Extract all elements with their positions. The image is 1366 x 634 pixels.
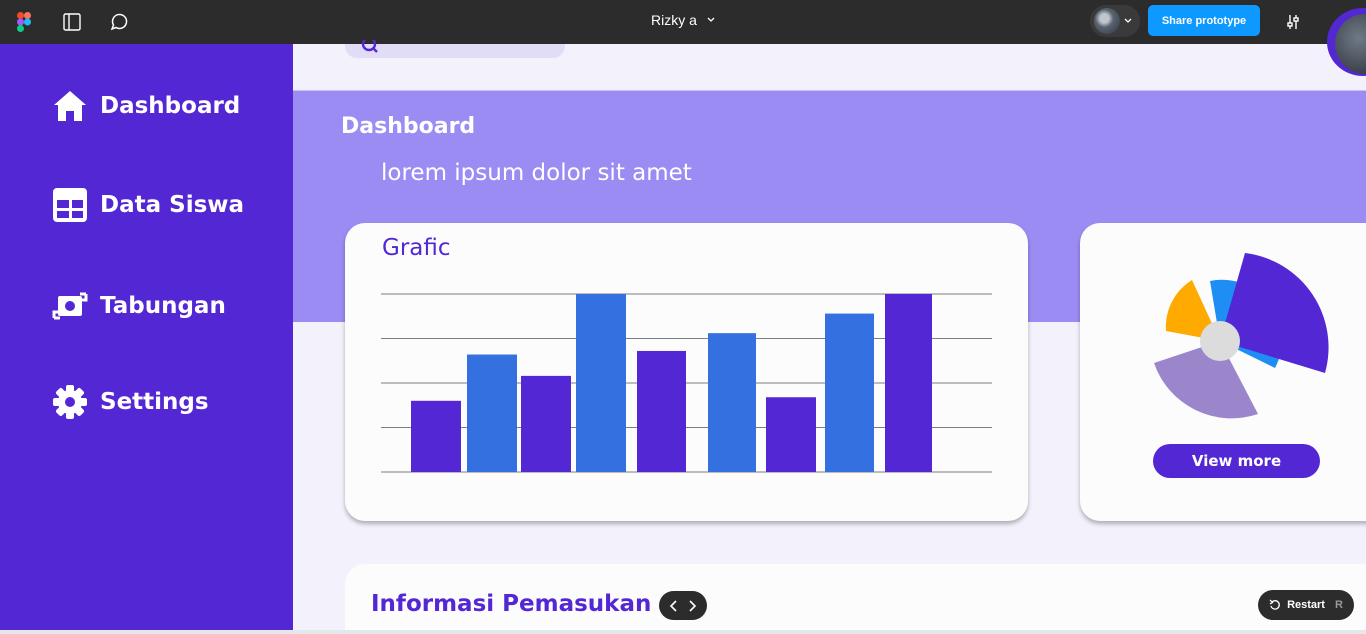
view-more-button[interactable]: View more [1153, 444, 1320, 478]
chevron-down-icon [707, 17, 715, 22]
sidebar-item-tabungan[interactable]: Tabungan [52, 288, 226, 324]
sidebar-item-label: Tabungan [100, 293, 226, 319]
bar-chart [381, 293, 992, 473]
restart-button[interactable]: Restart R [1258, 590, 1354, 620]
sidebar-toggle-icon[interactable] [60, 10, 84, 34]
chart-card: Grafic [345, 223, 1028, 521]
chart-bar [637, 350, 686, 472]
sidebar-item-settings[interactable]: Settings [52, 384, 209, 420]
user-menu[interactable] [1090, 5, 1140, 37]
sidebar-item-dashboard[interactable]: Dashboard [52, 88, 240, 124]
section-title: Informasi Pemasukan [371, 591, 652, 617]
restart-shortcut: R [1334, 599, 1343, 611]
home-icon [54, 91, 86, 121]
table-grid-icon [53, 188, 87, 222]
chart-bar [885, 294, 932, 472]
info-card: Informasi Pemasukan [345, 564, 1366, 634]
chart-bar [576, 294, 626, 472]
chart-bar [411, 400, 461, 472]
chart-bar [766, 397, 816, 472]
sidebar-item-data-siswa[interactable]: Data Siswa [52, 187, 244, 223]
pie-chart [1154, 253, 1329, 419]
chevron-down-icon [1124, 18, 1132, 23]
chevron-left-icon[interactable] [669, 599, 679, 612]
chart-bar [708, 333, 756, 472]
file-title[interactable]: Rizky a [651, 12, 715, 28]
restart-label: Restart [1287, 599, 1325, 611]
share-prototype-button[interactable]: Share prototype [1148, 5, 1260, 36]
chart-bar [467, 354, 517, 472]
search-icon [361, 40, 378, 53]
pie-center [1200, 321, 1240, 361]
restart-icon [1269, 599, 1280, 610]
page-title: Dashboard [341, 114, 476, 139]
chevron-right-icon[interactable] [687, 599, 697, 612]
money-exchange-icon [52, 292, 88, 320]
pie-card: View more [1080, 223, 1366, 521]
sidebar-item-label: Dashboard [100, 93, 241, 119]
search-input[interactable] [345, 40, 565, 58]
sidebar-item-label: Settings [100, 389, 209, 415]
page-subtitle: lorem ipsum dolor sit amet [381, 160, 692, 186]
gear-icon [53, 385, 87, 419]
chart-bar [825, 313, 874, 472]
figma-logo-icon[interactable] [12, 10, 36, 34]
sidebar-item-label: Data Siswa [100, 192, 245, 218]
settings-sliders-icon[interactable] [1281, 10, 1305, 34]
file-title-text: Rizky a [651, 12, 697, 28]
avatar [1094, 8, 1120, 34]
comment-icon[interactable] [107, 10, 131, 34]
pie-segment [1220, 253, 1329, 373]
divider [0, 630, 1366, 634]
chart-bar [521, 375, 571, 472]
prototype-pager [659, 591, 707, 620]
sidebar: Dashboard Data Siswa Tabungan Settings [0, 44, 293, 630]
figma-toolbar: Rizky a Share prototype [0, 0, 1366, 44]
